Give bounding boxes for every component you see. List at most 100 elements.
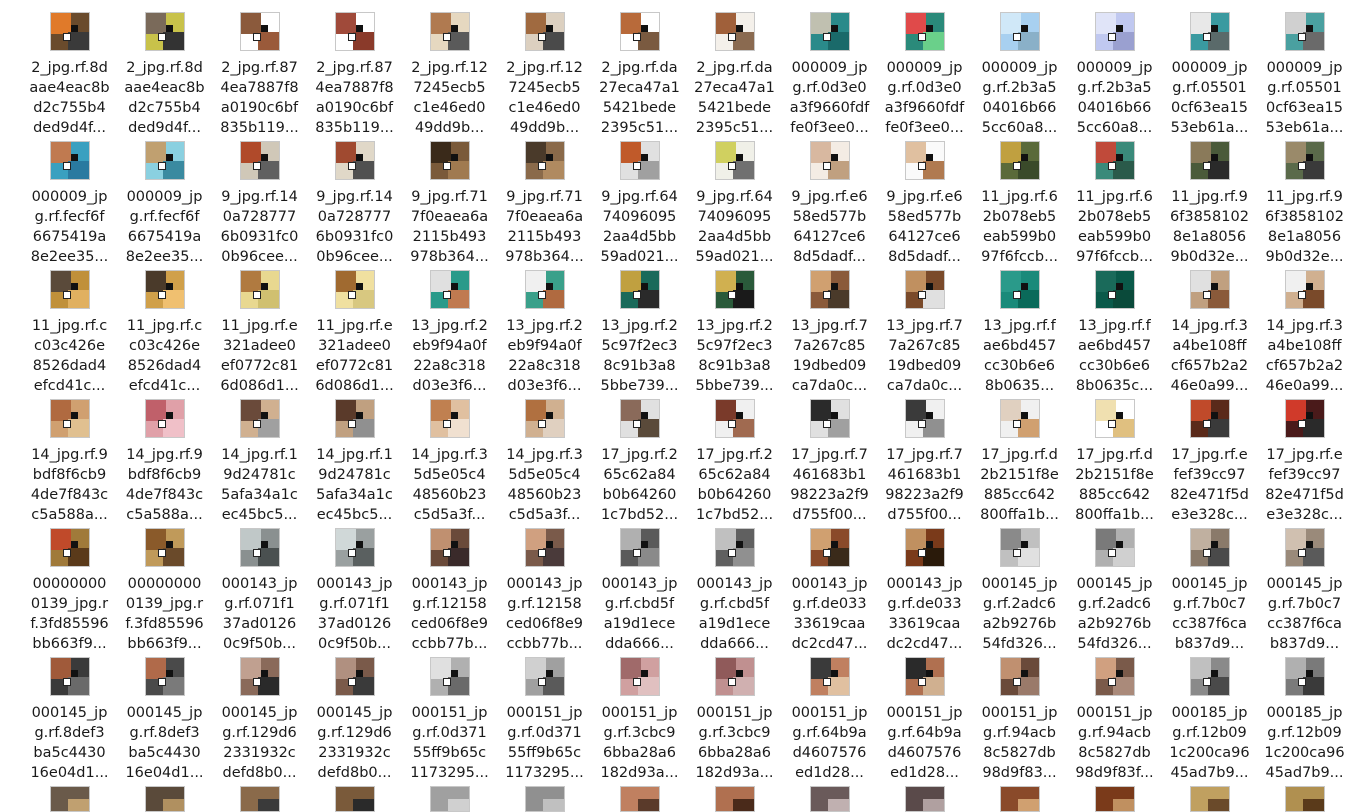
file-item[interactable]: 17_jpg.rf.d 2b2151f8e 885cc642 800ffa1b... [972,395,1067,524]
file-item[interactable]: 11_jpg.rf.e 321adee0 ef0772c81 6d086d1... [212,266,307,395]
file-item[interactable]: 000145_jp g.rf.2adc6 a2b9276b 54fd326... [1067,524,1162,653]
file-item[interactable]: 000145_jp g.rf.7b0c7 cc387f6ca b837d9... [1162,524,1257,653]
file-item[interactable]: 17_jpg.rf.d 2b2151f8e 885cc642 800ffa1b... [1067,395,1162,524]
file-item[interactable]: 000185_jp g.rf.12b09 1c200ca96 45ad7b9... [1162,653,1257,782]
file-item[interactable]: 000143_jp g.rf.071f1 37ad0126 0c9f50b... [307,524,402,653]
file-item[interactable]: 000009_jp g.rf.fecf6f 6675419a 8e2ee35... [22,137,117,266]
file-item[interactable]: 00000000 0139_jpg.r f.3fd85596 bb663f9... [117,524,212,653]
file-item[interactable]: 14_jpg.rf.3 5d5e05c4 48560b23 c5d5a3f... [497,395,592,524]
file-item[interactable]: 11_jpg.rf.9 6f3858102 8e1a8056 9b0d32e... [1162,137,1257,266]
file-item[interactable]: 13_jpg.rf.7 7a267c85 19dbed09 ca7da0c... [782,266,877,395]
file-item[interactable] [402,782,497,812]
file-item[interactable]: 17_jpg.rf.2 65c62a84 b0b64260 1c7bd52... [687,395,782,524]
file-item[interactable] [307,782,402,812]
file-item[interactable]: 000009_jp g.rf.0d3e0 a3f9660fdf fe0f3ee0... [877,8,972,137]
file-item[interactable]: 000151_jp g.rf.3cbc9 6bba28a6 182d93a... [687,653,782,782]
file-item[interactable]: 00000000 0139_jpg.r f.3fd85596 bb663f9... [22,524,117,653]
file-item[interactable]: 14_jpg.rf.1 9d24781c 5afa34a1c ec45bc5... [212,395,307,524]
file-item[interactable] [117,782,212,812]
file-item[interactable] [592,782,687,812]
file-item[interactable]: 2_jpg.rf.8d aae4eac8b d2c755b4 ded9d4f... [117,8,212,137]
file-item[interactable]: 000151_jp g.rf.3cbc9 6bba28a6 182d93a... [592,653,687,782]
file-item[interactable] [1257,782,1352,812]
file-item[interactable]: 000151_jp g.rf.64b9a d4607576 ed1d28... [782,653,877,782]
file-item[interactable]: 14_jpg.rf.1 9d24781c 5afa34a1c ec45bc5... [307,395,402,524]
file-item[interactable] [687,782,782,812]
file-item[interactable]: 000151_jp g.rf.64b9a d4607576 ed1d28... [877,653,972,782]
file-item[interactable]: 000145_jp g.rf.2adc6 a2b9276b 54fd326... [972,524,1067,653]
file-item[interactable]: 14_jpg.rf.3 a4be108ff cf657b2a2 46e0a99... [1257,266,1352,395]
file-item[interactable]: 13_jpg.rf.2 eb9f94a0f 22a8c318 d03e3f6... [402,266,497,395]
file-item[interactable]: 000151_jp g.rf.0d371 55ff9b65c 1173295... [497,653,592,782]
file-item[interactable]: 000009_jp g.rf.fecf6f 6675419a 8e2ee35... [117,137,212,266]
file-item[interactable] [212,782,307,812]
file-item[interactable]: 9_jpg.rf.e6 58ed577b 64127ce6 8d5dadf... [877,137,972,266]
thumbnail-patch [715,400,737,421]
file-item[interactable] [877,782,972,812]
file-item[interactable]: 000143_jp g.rf.12158 ced06f8e9 ccbb77b... [497,524,592,653]
file-item[interactable]: 14_jpg.rf.9 bdf8f6cb9 4de7f843c c5a588a... [22,395,117,524]
file-item[interactable]: 11_jpg.rf.c c03c426e 8526dad4 efcd41c... [22,266,117,395]
file-item[interactable]: 000145_jp g.rf.129d6 2331932c defd8b0... [307,653,402,782]
file-item[interactable]: 000009_jp g.rf.2b3a5 04016b66 5cc60a8... [972,8,1067,137]
file-item[interactable]: 000009_jp g.rf.05501 0cf63ea15 53eb61a... [1257,8,1352,137]
file-item[interactable]: 000151_jp g.rf.94acb 8c5827db 98d9f83f... [1067,653,1162,782]
file-item[interactable]: 000143_jp g.rf.cbd5f a19d1ece dda666... [592,524,687,653]
file-item[interactable]: 2_jpg.rf.12 7245ecb5 c1e46ed0 49dd9b... [402,8,497,137]
file-item[interactable]: 13_jpg.rf.2 5c97f2ec3 8c91b3a8 5bbe739... [687,266,782,395]
file-item[interactable]: 000145_jp g.rf.7b0c7 cc387f6ca b837d9... [1257,524,1352,653]
file-item[interactable]: 000143_jp g.rf.de033 33619caa dc2cd47... [782,524,877,653]
file-item[interactable]: 9_jpg.rf.14 0a728777 6b0931fc0 0b96cee... [307,137,402,266]
file-item[interactable]: 13_jpg.rf.2 5c97f2ec3 8c91b3a8 5bbe739... [592,266,687,395]
file-item[interactable]: 17_jpg.rf.e fef39cc97 82e471f5d e3e328c... [1257,395,1352,524]
file-item[interactable] [1067,782,1162,812]
file-item[interactable]: 17_jpg.rf.7 461683b1 98223a2f9 d755f00... [877,395,972,524]
file-item[interactable]: 2_jpg.rf.87 4ea7887f8 a0190c6bf 835b119... [307,8,402,137]
file-item[interactable]: 000151_jp g.rf.94acb 8c5827db 98d9f83... [972,653,1067,782]
file-item[interactable]: 000145_jp g.rf.8def3 ba5c4430 16e04d1... [117,653,212,782]
file-item[interactable]: 000143_jp g.rf.071f1 37ad0126 0c9f50b... [212,524,307,653]
file-item[interactable]: 11_jpg.rf.6 2b078eb5 eab599b0 97f6fccb... [972,137,1067,266]
file-item[interactable]: 17_jpg.rf.e fef39cc97 82e471f5d e3e328c... [1162,395,1257,524]
file-item[interactable]: 000143_jp g.rf.cbd5f a19d1ece dda666... [687,524,782,653]
file-item[interactable]: 9_jpg.rf.14 0a728777 6b0931fc0 0b96cee... [212,137,307,266]
file-item[interactable]: 17_jpg.rf.7 461683b1 98223a2f9 d755f00... [782,395,877,524]
file-item[interactable] [782,782,877,812]
file-item[interactable]: 9_jpg.rf.64 74096095 2aa4d5bb 59ad021... [592,137,687,266]
file-item[interactable]: 13_jpg.rf.f ae6bd457 cc30b6e6 8b0635... [972,266,1067,395]
file-item[interactable]: 13_jpg.rf.2 eb9f94a0f 22a8c318 d03e3f6... [497,266,592,395]
file-item[interactable]: 11_jpg.rf.9 6f3858102 8e1a8056 9b0d32e... [1257,137,1352,266]
file-item[interactable]: 2_jpg.rf.da 27eca47a1 5421bede 2395c51... [592,8,687,137]
file-item[interactable]: 000145_jp g.rf.129d6 2331932c defd8b0... [212,653,307,782]
file-item[interactable]: 000009_jp g.rf.0d3e0 a3f9660fdf fe0f3ee0... [782,8,877,137]
file-item[interactable]: 2_jpg.rf.8d aae4eac8b d2c755b4 ded9d4f... [22,8,117,137]
file-item[interactable]: 14_jpg.rf.3 a4be108ff cf657b2a2 46e0a99... [1162,266,1257,395]
file-name: 11_jpg.rf.6 2b078eb5 eab599b0 97f6fccb... [1072,187,1158,266]
file-item[interactable]: 17_jpg.rf.2 65c62a84 b0b64260 1c7bd52... [592,395,687,524]
file-item[interactable]: 2_jpg.rf.12 7245ecb5 c1e46ed0 49dd9b... [497,8,592,137]
file-item[interactable]: 2_jpg.rf.da 27eca47a1 5421bede 2395c51... [687,8,782,137]
file-item[interactable]: 9_jpg.rf.e6 58ed577b 64127ce6 8d5dadf... [782,137,877,266]
file-item[interactable]: 14_jpg.rf.3 5d5e05c4 48560b23 c5d5a3f... [402,395,497,524]
file-item[interactable]: 000143_jp g.rf.de033 33619caa dc2cd47... [877,524,972,653]
file-item[interactable]: 13_jpg.rf.f ae6bd457 cc30b6e6 8b0635c... [1067,266,1162,395]
file-item[interactable]: 000009_jp g.rf.2b3a5 04016b66 5cc60a8... [1067,8,1162,137]
file-item[interactable]: 000185_jp g.rf.12b09 1c200ca96 45ad7b9... [1257,653,1352,782]
file-item[interactable]: 11_jpg.rf.c c03c426e 8526dad4 efcd41c... [117,266,212,395]
file-item[interactable] [22,782,117,812]
file-item[interactable] [497,782,592,812]
file-item[interactable]: 2_jpg.rf.87 4ea7887f8 a0190c6bf 835b119... [212,8,307,137]
file-item[interactable] [972,782,1067,812]
file-item[interactable]: 11_jpg.rf.e 321adee0 ef0772c81 6d086d1... [307,266,402,395]
file-item[interactable]: 14_jpg.rf.9 bdf8f6cb9 4de7f843c c5a588a... [117,395,212,524]
file-item[interactable]: 000143_jp g.rf.12158 ced06f8e9 ccbb77b... [402,524,497,653]
file-item[interactable]: 9_jpg.rf.71 7f0eaea6a 2115b493 978b364... [402,137,497,266]
file-item[interactable]: 9_jpg.rf.64 74096095 2aa4d5bb 59ad021... [687,137,782,266]
file-item[interactable]: 9_jpg.rf.71 7f0eaea6a 2115b493 978b364... [497,137,592,266]
file-item[interactable]: 000151_jp g.rf.0d371 55ff9b65c 1173295... [402,653,497,782]
file-item[interactable]: 11_jpg.rf.6 2b078eb5 eab599b0 97f6fccb... [1067,137,1162,266]
file-item[interactable]: 13_jpg.rf.7 7a267c85 19dbed09 ca7da0c... [877,266,972,395]
file-item[interactable] [1162,782,1257,812]
file-item[interactable]: 000145_jp g.rf.8def3 ba5c4430 16e04d1... [22,653,117,782]
file-item[interactable]: 000009_jp g.rf.05501 0cf63ea15 53eb61a... [1162,8,1257,137]
